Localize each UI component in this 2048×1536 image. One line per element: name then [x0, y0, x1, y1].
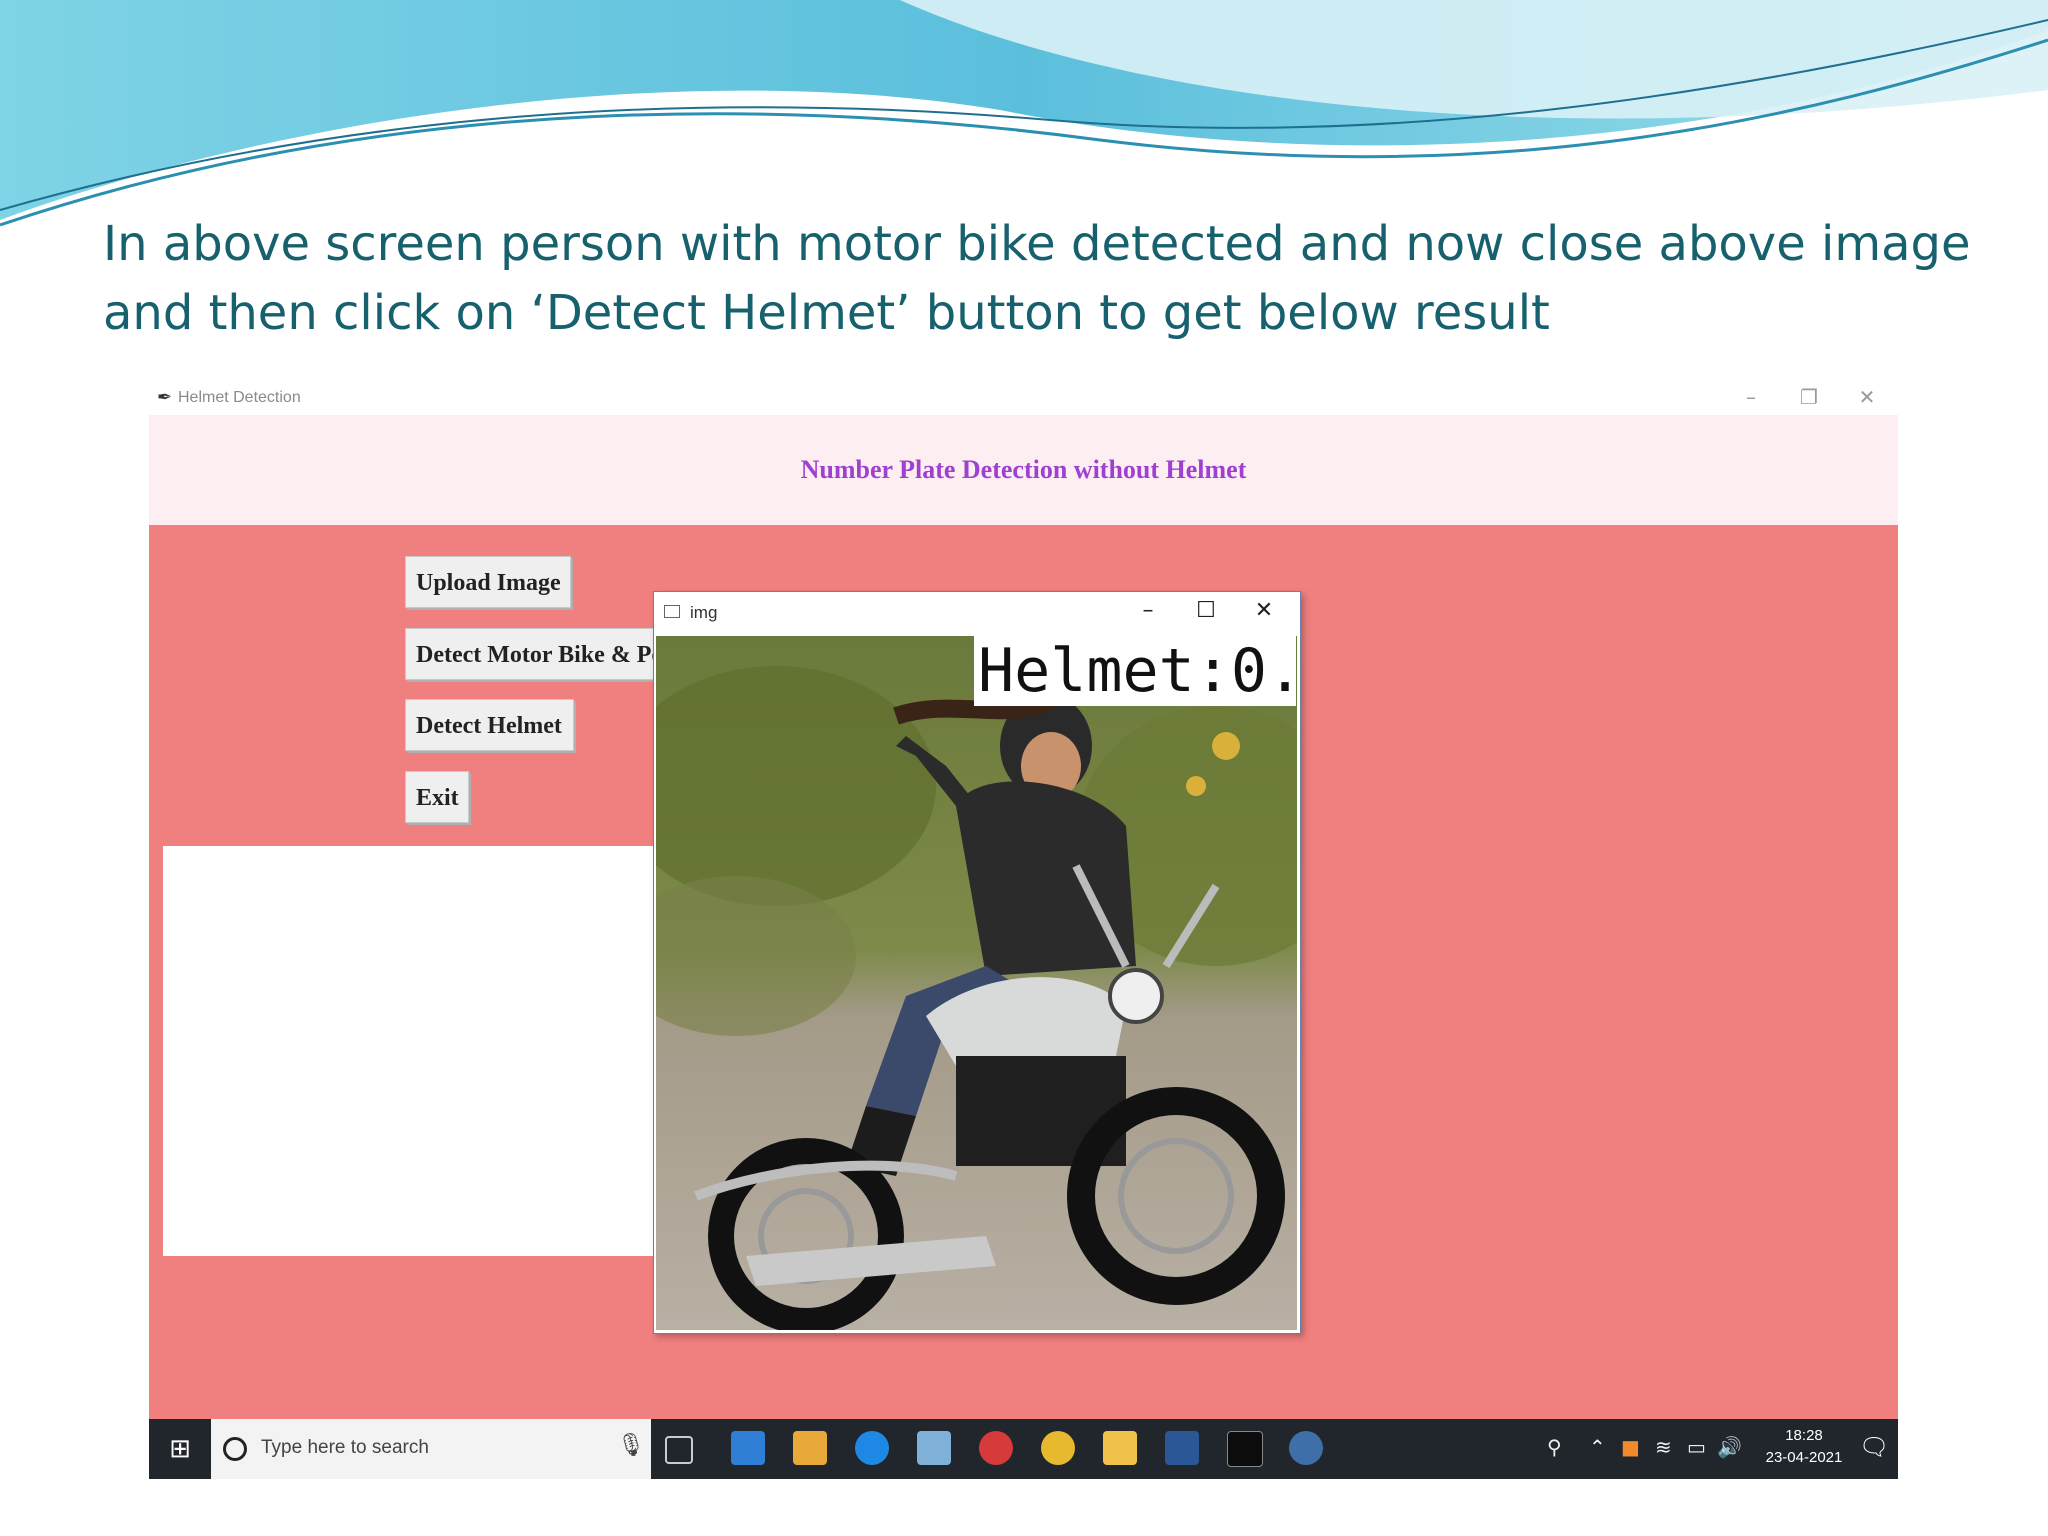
- app-titlebar: ✒ Helmet Detection – ❐ ✕: [149, 381, 1898, 415]
- image-window-title: img: [690, 603, 718, 622]
- store-icon[interactable]: [793, 1431, 827, 1465]
- app-badge-icon[interactable]: [979, 1431, 1013, 1465]
- cortana-icon: [223, 1437, 247, 1461]
- word-icon[interactable]: [1165, 1431, 1199, 1465]
- chevron-up-icon[interactable]: ⌃: [1589, 1435, 1606, 1459]
- upload-image-button[interactable]: Upload Image: [405, 556, 571, 608]
- restore-button[interactable]: ❐: [1789, 385, 1829, 409]
- image-minimize-button[interactable]: –: [1128, 598, 1168, 623]
- volume-icon[interactable]: 🔊: [1717, 1435, 1742, 1459]
- taskbar-search-box[interactable]: Type here to search 🎙: [211, 1419, 651, 1479]
- image-window: img – ☐ ✕ Helmet:0: [653, 591, 1301, 1334]
- caption-line-1: In above screen person with motor bike d…: [103, 216, 1971, 272]
- heading-banner: Number Plate Detection without Helmet: [149, 415, 1898, 525]
- people-icon[interactable]: ⚲: [1547, 1435, 1562, 1459]
- slide-caption: In above screen person with motor bike d…: [103, 210, 1971, 348]
- search-placeholder: Type here to search: [261, 1437, 429, 1458]
- app-heading: Number Plate Detection without Helmet: [800, 455, 1247, 484]
- file-explorer-icon[interactable]: [1103, 1431, 1137, 1465]
- chrome-icon[interactable]: [1041, 1431, 1075, 1465]
- taskbar-clock[interactable]: 18:28 23-04-2021: [1759, 1425, 1849, 1469]
- wifi-icon[interactable]: ≋: [1655, 1435, 1672, 1459]
- mail-icon[interactable]: [731, 1431, 765, 1465]
- motorcycle-photo: [656, 636, 1297, 1330]
- wave-header-decoration: [0, 0, 2048, 227]
- image-window-titlebar: img – ☐ ✕: [654, 592, 1300, 636]
- edge-icon[interactable]: [855, 1431, 889, 1465]
- app-screenshot: ✒ Helmet Detection – ❐ ✕ Number Plate De…: [149, 381, 1898, 1479]
- helmet-detection-label: Helmet:0.9: [974, 636, 1296, 706]
- caption-line-2: and then click on ‘Detect Helmet’ button…: [103, 285, 1550, 341]
- task-view-icon[interactable]: [665, 1436, 693, 1464]
- terminal-icon[interactable]: [1227, 1431, 1263, 1467]
- python-icon[interactable]: [1289, 1431, 1323, 1465]
- image-close-button[interactable]: ✕: [1244, 598, 1284, 623]
- notepad-icon[interactable]: [917, 1431, 951, 1465]
- image-maximize-button[interactable]: ☐: [1186, 598, 1226, 623]
- windows-start-icon[interactable]: ⊞: [149, 1419, 211, 1479]
- minimize-button[interactable]: –: [1731, 385, 1771, 409]
- clock-date: 23-04-2021: [1765, 1449, 1843, 1466]
- detect-motor-bike-button[interactable]: Detect Motor Bike & Person: [405, 628, 665, 680]
- close-button[interactable]: ✕: [1847, 385, 1887, 409]
- battery-icon[interactable]: ▭: [1687, 1435, 1706, 1459]
- clock-time: 18:28: [1785, 1427, 1823, 1444]
- window-icon: [664, 605, 680, 618]
- microphone-icon[interactable]: 🎙: [617, 1433, 645, 1458]
- tray-app-icon[interactable]: ■: [1621, 1435, 1640, 1459]
- notification-icon[interactable]: 🗨: [1859, 1433, 1889, 1461]
- exit-button[interactable]: Exit: [405, 771, 469, 823]
- windows-taskbar: ⊞ Type here to search 🎙 ⚲ ⌃ ■ ≋ ▭ 🔊 18:2…: [149, 1419, 1898, 1479]
- feather-icon: ✒: [157, 387, 173, 408]
- app-title: Helmet Detection: [178, 389, 301, 406]
- detect-helmet-button[interactable]: Detect Helmet: [405, 699, 574, 751]
